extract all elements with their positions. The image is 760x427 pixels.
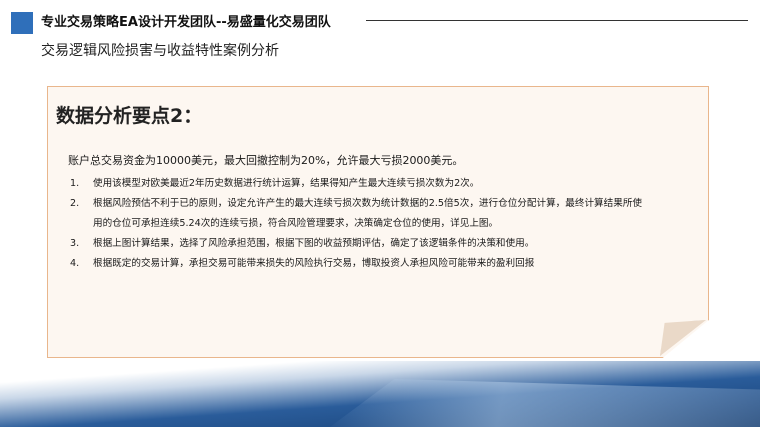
- list-item-number: 3.: [70, 238, 80, 249]
- list-item: 2. 根据风险预估不利于已的原则，设定允许产生的最大连续亏损次数为统计数据的2.…: [70, 194, 650, 234]
- list-item-number: 2.: [70, 198, 80, 209]
- list-item: 3. 根据上图计算结果，选择了风险承担范围，根据下图的收益预期评估，确定了该逻辑…: [70, 234, 650, 254]
- list-item-text: 根据既定的交易计算，承担交易可能带来损失的风险执行交易，博取投资人承担风险可能带…: [93, 258, 535, 269]
- list-item: 1. 使用该模型对欧美最近2年历史数据进行统计运算，结果得知产生最大连续亏损次数…: [70, 174, 650, 194]
- header-divider: [366, 20, 748, 21]
- note-intro: 账户总交易资金为10000美元，最大回撤控制为20%，允许最大亏损2000美元。: [68, 154, 464, 167]
- list-item: 4. 根据既定的交易计算，承担交易可能带来损失的风险执行交易，博取投资人承担风险…: [70, 254, 650, 274]
- list-item-text: 根据风险预估不利于已的原则，设定允许产生的最大连续亏损次数为统计数据的2.5倍5…: [93, 198, 643, 229]
- list-item-text: 使用该模型对欧美最近2年历史数据进行统计运算，结果得知产生最大连续亏损次数为2次…: [93, 178, 480, 189]
- list-item-number: 4.: [70, 258, 80, 269]
- note-heading: 数据分析要点2：: [56, 105, 203, 127]
- analysis-list: 1. 使用该模型对欧美最近2年历史数据进行统计运算，结果得知产生最大连续亏损次数…: [70, 174, 650, 274]
- list-item-text: 根据上图计算结果，选择了风险承担范围，根据下图的收益预期评估，确定了该逻辑条件的…: [93, 238, 535, 249]
- brand-square: [11, 12, 33, 34]
- page-title: 专业交易策略EA设计开发团队--易盛量化交易团队: [41, 15, 331, 30]
- page-subtitle: 交易逻辑风险损害与收益特性案例分析: [41, 43, 279, 59]
- list-item-number: 1.: [70, 178, 80, 189]
